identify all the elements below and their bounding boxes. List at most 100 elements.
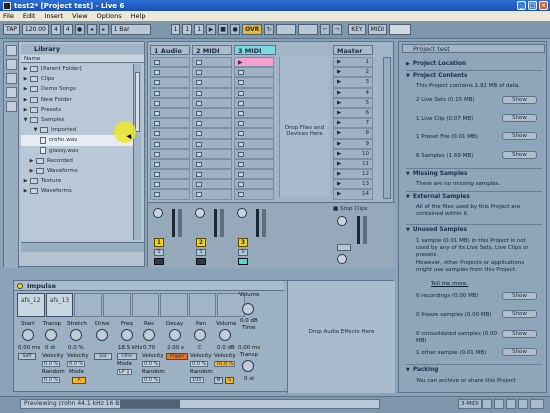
browser-item[interactable]: ▶ Demo Songs xyxy=(21,84,133,94)
clip-slot[interactable] xyxy=(150,107,190,119)
drive-knob[interactable] xyxy=(96,329,108,341)
show-samples-button[interactable]: Show xyxy=(502,151,537,159)
clip-slot[interactable] xyxy=(150,158,190,170)
file-browser-3-icon[interactable] xyxy=(6,101,17,112)
filter-mode-value[interactable]: LP 1 xyxy=(117,369,132,375)
solo-button[interactable]: S xyxy=(238,249,248,256)
master-volume-fader[interactable] xyxy=(363,216,367,244)
browser-item[interactable]: ▶ Presets xyxy=(21,105,133,115)
clip-stop-icon[interactable] xyxy=(196,141,202,147)
clip-slot[interactable] xyxy=(234,189,274,200)
clip-slot[interactable] xyxy=(192,87,232,98)
mute-button[interactable]: M xyxy=(214,377,223,384)
clip-stop-icon[interactable] xyxy=(238,131,244,137)
expand-icon[interactable]: ▶ xyxy=(23,95,28,105)
master-track-title[interactable]: Master xyxy=(333,45,373,55)
sat-button[interactable]: Sat xyxy=(94,353,112,360)
expand-icon[interactable]: ▼ xyxy=(33,125,38,135)
track-title-2[interactable]: 2 MIDI xyxy=(192,45,232,55)
scene-play-icon[interactable]: ▶ xyxy=(337,160,341,168)
section-packing[interactable]: ▼ Packing xyxy=(406,367,438,373)
clip-stop-icon[interactable] xyxy=(154,131,160,137)
expand-icon[interactable]: ▶ xyxy=(29,156,34,166)
record-icon[interactable]: ● xyxy=(230,24,241,35)
clip-slot[interactable] xyxy=(234,67,274,78)
clip-stop-icon[interactable] xyxy=(238,90,244,96)
maximize-button[interactable]: □ xyxy=(528,1,537,10)
clip-slot[interactable] xyxy=(234,138,274,149)
time-signature-numerator[interactable]: 4 xyxy=(50,24,61,35)
clip-stop-icon[interactable] xyxy=(238,110,244,116)
scene-launch[interactable]: ▶ 10 xyxy=(333,148,373,159)
time-signature-denominator[interactable]: 4 xyxy=(62,24,73,35)
menu-options[interactable]: Options xyxy=(97,12,122,20)
clip-stop-icon[interactable] xyxy=(196,151,202,157)
clip-play-icon[interactable]: ▶ xyxy=(238,59,243,66)
browser-item[interactable]: ▶ [Parent Folder] xyxy=(21,64,133,74)
status-button-5[interactable] xyxy=(530,399,544,409)
show-other-button[interactable]: Show xyxy=(502,348,537,356)
section-project-contents[interactable]: ▼ Project Contents xyxy=(406,73,468,79)
clip-stop-icon[interactable] xyxy=(196,182,202,188)
minimize-button[interactable]: _ xyxy=(517,1,526,10)
scene-launch[interactable]: ▶ 11 xyxy=(333,158,373,170)
audio-effects-drop-zone[interactable]: Drop Audio Effects Here xyxy=(287,281,395,393)
scene-launch[interactable]: ▶ 4 xyxy=(333,87,373,98)
velocity-value-2[interactable]: 0.0 % xyxy=(67,361,86,367)
arrangement-position-2[interactable]: 1 xyxy=(182,24,193,35)
clip-stop-icon[interactable] xyxy=(196,70,202,76)
scene-play-icon[interactable]: ▶ xyxy=(337,150,341,158)
quantization-select[interactable]: 1 Bar xyxy=(110,24,151,35)
scene-launch[interactable]: ▶ 5 xyxy=(333,97,373,108)
track-activator-1[interactable]: 1 xyxy=(154,238,164,247)
menu-view[interactable]: View xyxy=(72,12,87,20)
decay-knob[interactable] xyxy=(169,329,181,341)
track-drop-zone[interactable]: Drop Files and Devices Here xyxy=(279,57,329,197)
scene-play-icon[interactable]: ▶ xyxy=(337,190,341,198)
pad-6[interactable] xyxy=(160,293,188,317)
session-scrollbar[interactable] xyxy=(383,57,391,199)
browser-item[interactable]: ▶ Recorded xyxy=(21,156,133,166)
volume-fader[interactable] xyxy=(262,209,266,237)
clip-slot[interactable] xyxy=(192,189,232,200)
scene-launch[interactable]: ▶ 1 xyxy=(333,57,373,68)
master-pan-knob[interactable] xyxy=(337,216,347,226)
clip-slot[interactable] xyxy=(150,189,190,200)
random-value-3[interactable]: 100 xyxy=(190,377,204,383)
show-consolidated-button[interactable]: Show xyxy=(502,330,537,338)
random-value-1[interactable]: 0.0 % xyxy=(42,377,61,383)
close-button[interactable]: × xyxy=(539,1,548,10)
clip-stop-icon[interactable] xyxy=(238,182,244,188)
clip-stop-icon[interactable] xyxy=(196,110,202,116)
show-live-clip-button[interactable]: Show xyxy=(502,114,537,122)
clip-stop-icon[interactable] xyxy=(154,192,160,198)
clip-stop-icon[interactable] xyxy=(154,172,160,178)
clip-stop-icon[interactable] xyxy=(238,141,244,147)
clip-slot[interactable] xyxy=(150,118,190,129)
pan-knob[interactable] xyxy=(237,208,247,218)
status-button-4[interactable] xyxy=(518,399,528,409)
clip-slot[interactable] xyxy=(234,87,274,98)
clip-stop-icon[interactable] xyxy=(154,70,160,76)
scene-play-icon[interactable]: ▶ xyxy=(337,119,341,127)
scene-launch[interactable]: ▶ 2 xyxy=(333,67,373,78)
midi-clip[interactable]: ▶ xyxy=(234,57,274,68)
clip-slot[interactable] xyxy=(192,67,232,78)
velocity-value-4[interactable]: 0.0 % xyxy=(190,361,209,367)
velocity-value-1[interactable]: 0.0 % xyxy=(42,361,61,367)
nudge-down-icon[interactable]: ◂ xyxy=(86,24,97,35)
clip-slot[interactable] xyxy=(150,77,190,88)
scene-launch[interactable]: ▶ 6 xyxy=(333,107,373,119)
punch-out-icon[interactable]: ¬ xyxy=(332,24,343,35)
stop-icon[interactable]: ■ xyxy=(218,24,229,35)
solo-button[interactable]: S xyxy=(225,377,234,384)
scroll-thumb[interactable] xyxy=(135,72,140,132)
pad-7[interactable] xyxy=(188,293,217,317)
clip-stop-icon[interactable] xyxy=(196,80,202,86)
scene-launch[interactable]: ▶ 12 xyxy=(333,169,373,180)
clip-stop-icon[interactable] xyxy=(154,110,160,116)
menu-insert[interactable]: Insert xyxy=(44,12,63,20)
clip-slot[interactable] xyxy=(192,107,232,119)
clip-stop-icon[interactable] xyxy=(238,80,244,86)
stretch-knob[interactable] xyxy=(70,329,82,341)
